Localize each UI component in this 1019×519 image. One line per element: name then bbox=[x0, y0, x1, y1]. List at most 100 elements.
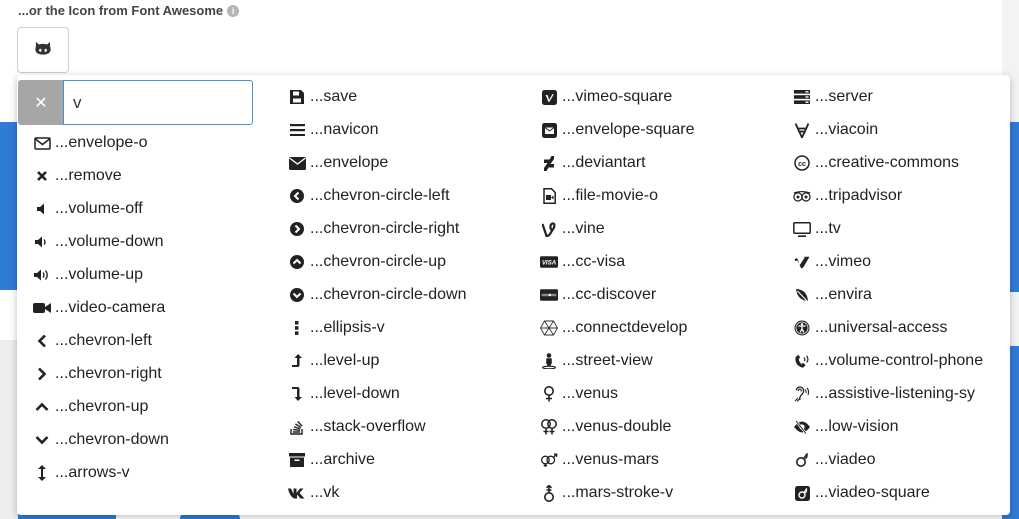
selected-icon-button[interactable] bbox=[17, 27, 69, 73]
icon-option-label: ...volume-down bbox=[55, 233, 164, 250]
icon-option[interactable]: ...vimeo-square bbox=[540, 83, 672, 111]
icon-option[interactable]: ...viadeo-square bbox=[793, 479, 930, 507]
icon-option[interactable]: ...volume-up bbox=[33, 261, 143, 289]
icon-option[interactable]: ...arrows-v bbox=[33, 459, 130, 487]
icon-section-label: ...or the Icon from Font Awesome i bbox=[18, 3, 240, 18]
icon-option-label: ...level-up bbox=[310, 352, 380, 369]
icon-option-label: ...street-view bbox=[562, 352, 653, 369]
icon-option[interactable]: ...envelope-square bbox=[540, 116, 695, 144]
icon-option[interactable]: ...envelope-o bbox=[33, 129, 148, 157]
icon-option-label: ...tripadvisor bbox=[815, 187, 903, 204]
envelope-o-icon bbox=[33, 134, 51, 152]
icon-option[interactable]: ...tripadvisor bbox=[793, 182, 902, 210]
chevron-down-icon bbox=[33, 431, 51, 449]
icon-option-label: ...ellipsis-v bbox=[310, 319, 385, 336]
venus-icon bbox=[540, 385, 558, 403]
icon-option[interactable]: ...volume-off bbox=[33, 195, 143, 223]
deviantart-icon bbox=[540, 154, 558, 172]
icon-option[interactable]: ...chevron-right bbox=[33, 360, 162, 388]
venus-mars-icon bbox=[540, 451, 558, 469]
viacoin-icon bbox=[793, 121, 811, 139]
icon-option[interactable]: ...volume-control-phone bbox=[793, 347, 983, 375]
icon-option-label: ...creative-commons bbox=[815, 154, 960, 171]
icon-option[interactable]: ...tv bbox=[793, 215, 841, 243]
icon-option[interactable]: ...vine bbox=[540, 215, 605, 243]
icon-option-label: ...vk bbox=[310, 484, 340, 501]
icon-option[interactable]: ...venus-mars bbox=[540, 446, 659, 474]
icon-option[interactable]: ...assistive-listening-sy bbox=[793, 380, 975, 408]
icon-option-label: ...chevron-circle-left bbox=[310, 187, 450, 204]
icon-option-label: ...chevron-circle-right bbox=[310, 220, 460, 237]
icon-option[interactable]: ...stack-overflow bbox=[288, 413, 426, 441]
background-panel bbox=[0, 122, 18, 290]
arrows-v-icon bbox=[33, 464, 51, 482]
icon-option[interactable]: cc ...creative-commons bbox=[793, 149, 959, 177]
volume-up-icon bbox=[33, 266, 51, 284]
universal-access-icon bbox=[793, 319, 811, 337]
icon-option-label: ...universal-access bbox=[815, 319, 948, 336]
icon-option-label: ...connectdevelop bbox=[562, 319, 688, 336]
icon-option-label: ...video-camera bbox=[55, 299, 166, 316]
icon-option[interactable]: ...universal-access bbox=[793, 314, 948, 342]
envira-icon bbox=[793, 286, 811, 304]
icon-picker-dropdown: ✕ ...envelope-o ...remove ...volume-off...… bbox=[17, 75, 1010, 515]
icon-option[interactable]: ...chevron-up bbox=[33, 393, 148, 421]
icon-option[interactable]: ...chevron-circle-down bbox=[288, 281, 467, 309]
icon-option[interactable]: ...low-vision bbox=[793, 413, 899, 441]
icon-option[interactable]: ...chevron-down bbox=[33, 426, 169, 454]
icon-option[interactable]: ...venus-double bbox=[540, 413, 671, 441]
icon-option[interactable]: ...envira bbox=[793, 281, 872, 309]
venus-double-icon bbox=[540, 418, 558, 436]
icon-option[interactable]: ...chevron-circle-left bbox=[288, 182, 450, 210]
icon-option[interactable]: ...viadeo bbox=[793, 446, 875, 474]
viadeo-square-icon bbox=[793, 484, 811, 502]
icon-option[interactable]: ...server bbox=[793, 83, 873, 111]
icon-option-label: ...venus-mars bbox=[562, 451, 659, 468]
icon-option[interactable]: ...level-down bbox=[288, 380, 400, 408]
chevron-circle-down-icon bbox=[288, 286, 306, 304]
icon-option[interactable]: ...connectdevelop bbox=[540, 314, 687, 342]
stack-overflow-icon bbox=[288, 418, 306, 436]
mars-stroke-v-icon bbox=[540, 484, 558, 502]
icon-option[interactable]: ...envelope bbox=[288, 149, 388, 177]
icon-option[interactable]: ...remove bbox=[33, 162, 122, 190]
icon-option-label: ...envelope-o bbox=[55, 134, 148, 151]
icon-option-label: ...archive bbox=[310, 451, 375, 468]
icon-option[interactable]: ...cc-discover bbox=[540, 281, 656, 309]
clear-search-button[interactable]: ✕ bbox=[18, 80, 64, 125]
navicon-icon bbox=[288, 121, 306, 139]
icon-option[interactable]: ...archive bbox=[288, 446, 375, 474]
icon-option[interactable]: ...street-view bbox=[540, 347, 653, 375]
icon-option[interactable]: ...save bbox=[288, 83, 357, 111]
icon-option-label: ...viacoin bbox=[815, 121, 879, 138]
icon-option[interactable]: ...level-up bbox=[288, 347, 379, 375]
envelope-icon bbox=[288, 154, 306, 172]
icon-option-label: ...viadeo-square bbox=[815, 484, 930, 501]
icon-option[interactable]: ...chevron-left bbox=[33, 327, 152, 355]
icon-option[interactable]: ...mars-stroke-v bbox=[540, 479, 673, 507]
info-circle-icon[interactable]: i bbox=[227, 5, 240, 17]
icon-option[interactable]: ...venus bbox=[540, 380, 618, 408]
icon-option[interactable]: ...navicon bbox=[288, 116, 378, 144]
icon-option[interactable]: ...ellipsis-v bbox=[288, 314, 385, 342]
icon-option[interactable]: VISA ...cc-visa bbox=[540, 248, 625, 276]
low-vision-icon bbox=[793, 418, 811, 436]
icon-option[interactable]: ...chevron-circle-right bbox=[288, 215, 459, 243]
icon-option-label: ...venus-double bbox=[562, 418, 672, 435]
icon-option-label: ...navicon bbox=[310, 121, 379, 138]
icon-option[interactable]: ...file-movie-o bbox=[540, 182, 658, 210]
icon-option[interactable]: ...chevron-circle-up bbox=[288, 248, 446, 276]
icon-option[interactable]: ...viacoin bbox=[793, 116, 878, 144]
vimeo-square-icon bbox=[540, 88, 558, 106]
icon-option-label: ...volume-off bbox=[55, 200, 143, 217]
vk-icon bbox=[288, 484, 306, 502]
icon-option[interactable]: ...video-camera bbox=[33, 294, 165, 322]
icon-option[interactable]: ...volume-down bbox=[33, 228, 164, 256]
icon-option[interactable]: ...vk bbox=[288, 479, 339, 507]
icon-option-label: ...chevron-circle-down bbox=[310, 286, 467, 303]
chevron-circle-right-icon bbox=[288, 220, 306, 238]
icon-search-input[interactable] bbox=[63, 80, 253, 125]
icon-option[interactable]: ...vimeo bbox=[793, 248, 871, 276]
icon-option-label: ...envelope bbox=[310, 154, 389, 171]
icon-option[interactable]: ...deviantart bbox=[540, 149, 646, 177]
